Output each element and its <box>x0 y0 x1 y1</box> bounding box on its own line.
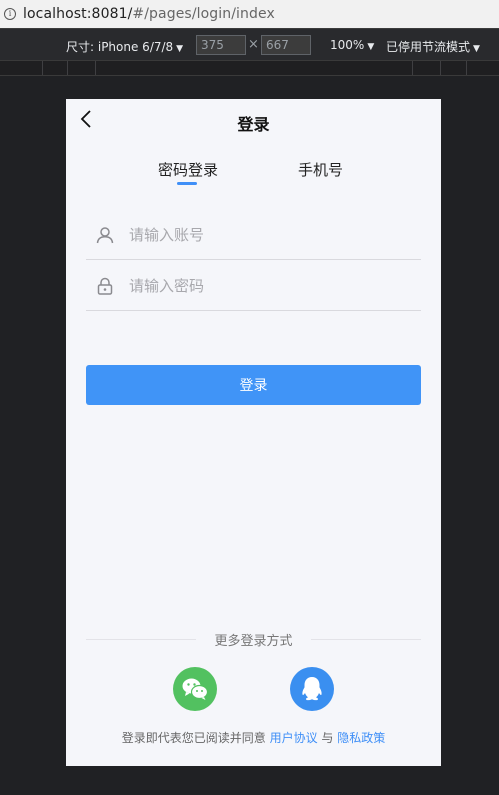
throttle-select[interactable]: 已停用节流模式 ▼ <box>386 38 480 55</box>
device-size-label: 尺寸: iPhone 6/7/8 <box>66 40 174 54</box>
qq-icon <box>302 677 322 701</box>
nav-bar: 登录 <box>66 99 441 143</box>
zoom-select[interactable]: 100% ▼ <box>330 38 374 52</box>
user-agreement-link[interactable]: 用户协议 <box>270 731 318 745</box>
agreement-and: 与 <box>321 731 334 745</box>
agreement-prefix: 登录即代表您已阅读并同意 <box>121 731 266 745</box>
width-input[interactable]: 375 <box>196 35 246 55</box>
page-title: 登录 <box>237 115 270 134</box>
lock-icon <box>97 277 113 295</box>
privacy-policy-link[interactable]: 隐私政策 <box>337 731 385 745</box>
ruler-tick <box>95 61 96 75</box>
ruler-tick <box>67 61 68 75</box>
caret-down-icon: ▼ <box>473 44 480 54</box>
tab-password-login[interactable]: 密码登录 <box>158 159 218 180</box>
wechat-icon <box>182 678 209 700</box>
active-tab-indicator <box>177 182 197 185</box>
ruler-tick <box>466 61 467 75</box>
divider-right <box>311 639 421 640</box>
user-icon <box>96 227 114 244</box>
height-input[interactable]: 667 <box>261 35 311 55</box>
url-path: #/pages/login/index <box>132 6 275 22</box>
zoom-label: 100% <box>330 38 365 52</box>
wechat-login-button[interactable] <box>173 667 217 711</box>
url-host: localhost:8081/ <box>23 6 133 22</box>
caret-down-icon: ▼ <box>367 42 375 52</box>
account-input[interactable] <box>129 222 409 248</box>
info-icon[interactable]: i <box>4 8 16 20</box>
url-text[interactable]: localhost:8081/#/pages/login/index <box>23 6 275 22</box>
more-login-methods: 更多登录方式 <box>86 629 421 649</box>
phone-viewport: 登录 密码登录 手机号 登录 更多登录方式 <box>66 99 441 766</box>
agreement-text: 登录即代表您已阅读并同意 用户协议 与 隐私政策 <box>66 729 441 746</box>
password-field <box>86 261 421 311</box>
caret-down-icon: ▼ <box>176 44 184 54</box>
ruler-tick <box>440 61 441 75</box>
device-toolbar: 尺寸: iPhone 6/7/8 ▼ 375 × 667 100% ▼ 已停用节流模… <box>0 28 499 60</box>
media-query-ruler <box>0 60 499 76</box>
tab-phone-login[interactable]: 手机号 <box>298 159 343 180</box>
qq-login-button[interactable] <box>290 667 334 711</box>
address-bar[interactable]: i localhost:8081/#/pages/login/index <box>0 0 499 28</box>
dimension-separator: × <box>248 37 259 52</box>
throttle-label: 已停用节流模式 <box>386 40 471 54</box>
password-input[interactable] <box>129 273 409 299</box>
ruler-tick <box>412 61 413 75</box>
ruler-tick <box>42 61 43 75</box>
device-size-select[interactable]: 尺寸: iPhone 6/7/8 ▼ <box>66 38 183 55</box>
login-tabs: 密码登录 手机号 <box>66 153 441 197</box>
login-button[interactable]: 登录 <box>86 365 421 405</box>
account-field <box>86 210 421 260</box>
